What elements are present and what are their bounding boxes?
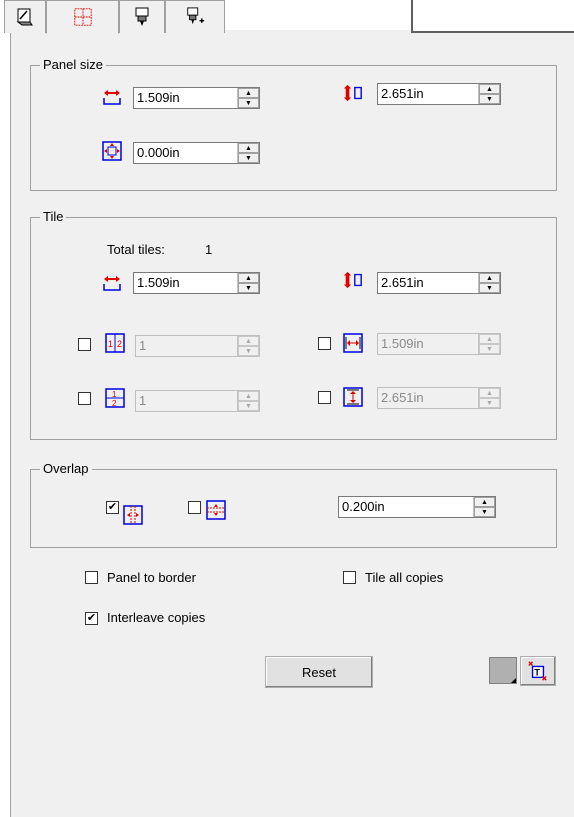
interleave-copies-label[interactable]: Interleave copies: [107, 610, 205, 625]
tile-width-input[interactable]: 1.509in ▲ ▼: [133, 272, 260, 294]
panel-height-value[interactable]: 2.651in: [378, 84, 478, 104]
width-arrow-icon: [102, 273, 122, 293]
svg-text:1: 1: [112, 390, 117, 399]
spin-down-button[interactable]: ▼: [474, 507, 495, 517]
spin-down-button[interactable]: ▼: [479, 344, 500, 354]
checkmark-icon: ✔: [86, 612, 97, 624]
reset-label: Reset: [302, 664, 336, 680]
spin-down-button[interactable]: ▼: [479, 94, 500, 104]
spin-up-button[interactable]: ▲: [238, 391, 259, 401]
svg-text:2: 2: [112, 399, 117, 408]
tile-title: Tile: [40, 209, 67, 224]
panel-to-border-checkbox[interactable]: [85, 571, 98, 584]
column-width-icon: [343, 333, 363, 353]
tile-height-value[interactable]: 2.651in: [378, 273, 478, 293]
dropdown-corner-icon: [511, 678, 516, 683]
columns-input[interactable]: 1 ▲ ▼: [135, 335, 260, 357]
total-tiles-label: Total tiles:: [107, 242, 165, 257]
checkmark-icon: ✔: [107, 501, 118, 513]
cutter-add-icon: [185, 7, 205, 27]
color-swatch-button[interactable]: [489, 657, 517, 684]
svg-text:1: 1: [108, 339, 113, 349]
spin-down-button[interactable]: ▼: [479, 398, 500, 408]
row-height-checkbox[interactable]: [318, 391, 331, 404]
panel-to-border-label[interactable]: Panel to border: [107, 570, 196, 585]
svg-text:T: T: [534, 668, 540, 678]
rows-checkbox[interactable]: [78, 392, 91, 405]
column-width-input[interactable]: 1.509in ▲ ▼: [377, 333, 501, 355]
spin-down-button[interactable]: ▼: [238, 346, 259, 356]
row-height-value[interactable]: 2.651in: [378, 388, 478, 408]
tab-cutter[interactable]: [119, 0, 165, 33]
tile-width-value[interactable]: 1.509in: [134, 273, 237, 293]
cutter-icon: [132, 7, 152, 27]
spin-up-button[interactable]: ▲: [479, 273, 500, 283]
text-remove-icon: T: [528, 661, 548, 681]
row-height-input[interactable]: 2.651in ▲ ▼: [377, 387, 501, 409]
tab-tiling[interactable]: [46, 0, 119, 34]
tiling-grid-icon: [73, 7, 93, 27]
height-arrow-icon: [343, 83, 363, 103]
panel-height-input[interactable]: 2.651in ▲ ▼: [377, 83, 501, 105]
tab-page-setup[interactable]: [4, 0, 46, 33]
columns-checkbox[interactable]: [78, 338, 91, 351]
panel-margin-value[interactable]: 0.000in: [134, 143, 237, 163]
row-height-icon: [343, 387, 363, 407]
tile-all-copies-checkbox[interactable]: [343, 571, 356, 584]
interleave-copies-checkbox[interactable]: ✔: [85, 612, 98, 625]
column-width-value[interactable]: 1.509in: [378, 334, 478, 354]
panel-margin-input[interactable]: 0.000in ▲ ▼: [133, 142, 260, 164]
svg-text:2: 2: [117, 339, 122, 349]
spin-up-button[interactable]: ▲: [479, 334, 500, 344]
overlap-horizontal-icon: [123, 505, 143, 525]
spin-down-button[interactable]: ▼: [479, 283, 500, 293]
columns-icon: 12: [105, 333, 125, 353]
column-width-checkbox[interactable]: [318, 337, 331, 350]
clear-text-button[interactable]: T: [520, 656, 556, 686]
overlap-input[interactable]: 0.200in ▲ ▼: [338, 496, 496, 518]
rows-value[interactable]: 1: [136, 391, 237, 411]
panel-width-input[interactable]: 1.509in ▲ ▼: [133, 87, 260, 109]
page-setup-icon: [15, 7, 35, 27]
spin-down-button[interactable]: ▼: [238, 401, 259, 411]
spin-up-button[interactable]: ▲: [238, 336, 259, 346]
overlap-value[interactable]: 0.200in: [339, 497, 473, 517]
tile-height-input[interactable]: 2.651in ▲ ▼: [377, 272, 501, 294]
preview-box: [411, 0, 574, 33]
tile-all-copies-label[interactable]: Tile all copies: [365, 570, 443, 585]
overlap-title: Overlap: [40, 461, 92, 476]
columns-value[interactable]: 1: [136, 336, 237, 356]
panel-width-value[interactable]: 1.509in: [134, 88, 237, 108]
overlap-horizontal-checkbox[interactable]: ✔: [106, 501, 119, 514]
spin-up-button[interactable]: ▲: [474, 497, 495, 507]
margin-icon: [102, 141, 122, 161]
width-arrow-icon: [102, 87, 122, 107]
overlap-vertical-checkbox[interactable]: [188, 501, 201, 514]
spin-up-button[interactable]: ▲: [238, 143, 259, 153]
overlap-vertical-icon: [206, 500, 226, 520]
reset-button[interactable]: Reset: [265, 656, 373, 688]
spin-up-button[interactable]: ▲: [238, 273, 259, 283]
spin-down-button[interactable]: ▼: [238, 283, 259, 293]
panel-size-title: Panel size: [40, 57, 106, 72]
spin-up-button[interactable]: ▲: [479, 84, 500, 94]
spin-down-button[interactable]: ▼: [238, 98, 259, 108]
spin-up-button[interactable]: ▲: [238, 88, 259, 98]
rows-icon: 12: [105, 388, 125, 408]
spin-down-button[interactable]: ▼: [238, 153, 259, 163]
tab-cutter-add[interactable]: [165, 0, 225, 33]
spin-up-button[interactable]: ▲: [479, 388, 500, 398]
height-arrow-icon: [343, 270, 363, 290]
total-tiles-value: 1: [205, 242, 213, 257]
rows-input[interactable]: 1 ▲ ▼: [135, 390, 260, 412]
